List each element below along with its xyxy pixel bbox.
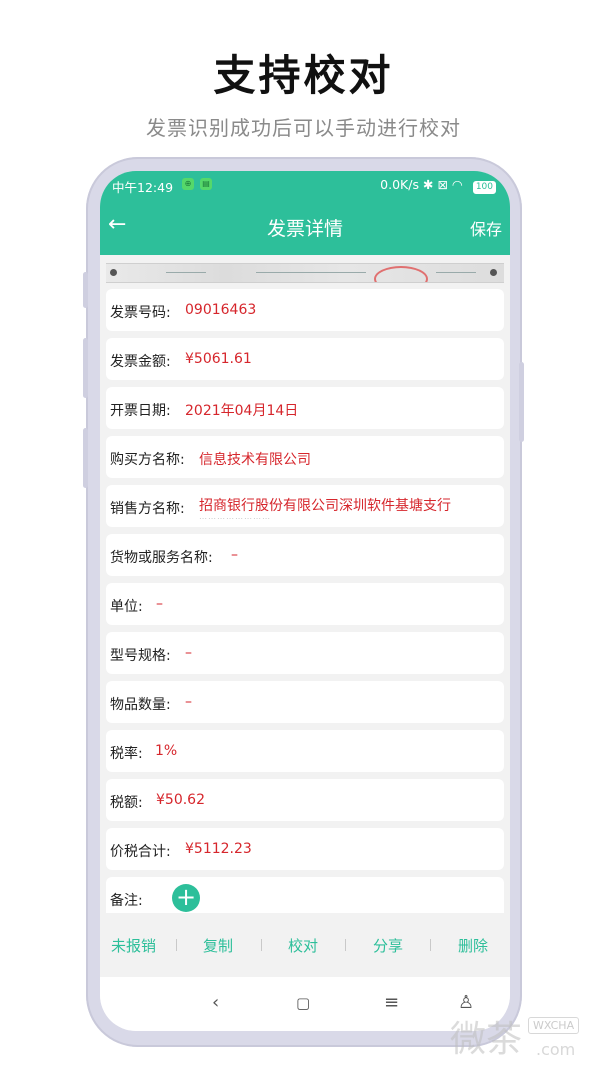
chevron-left-icon[interactable]: ‹	[212, 992, 219, 1013]
field-label: 发票号码:	[110, 305, 171, 321]
field-label: 购买方名称:	[110, 452, 185, 468]
field-label: 税率:	[110, 746, 143, 762]
invoice-hole	[110, 269, 117, 276]
bottom-action-bar: 未报销 复制 校对 分享 删除	[100, 913, 510, 977]
field-model-spec[interactable]: 型号规格: –	[106, 632, 504, 674]
action-divider	[176, 939, 177, 951]
copy-button[interactable]: 复制	[203, 935, 233, 956]
sim-icon: ⊠	[437, 177, 448, 192]
field-buyer-name[interactable]: 购买方名称: 信息技术有限公司	[106, 436, 504, 478]
phone-side-button	[83, 428, 88, 488]
field-value: 1%	[155, 743, 178, 759]
field-total[interactable]: 价税合计: ¥5112.23	[106, 828, 504, 870]
field-issue-date[interactable]: 开票日期: 2021年04月14日	[106, 387, 504, 429]
unreimbursed-button[interactable]: 未报销	[111, 935, 156, 956]
field-tax-rate[interactable]: 税率: 1%	[106, 730, 504, 772]
field-label: 价税合计:	[110, 844, 171, 860]
field-value: –	[156, 596, 163, 612]
promo-headline: 支持校对	[213, 51, 394, 100]
field-label: 发票金额:	[110, 354, 171, 370]
field-remarks: 备注: +	[106, 877, 504, 913]
watermark-domain: .com	[536, 1040, 576, 1059]
field-value: 招商银行股份有限公司深圳软件基塘支行	[199, 498, 451, 514]
field-value: –	[185, 694, 192, 710]
field-label: 货物或服务名称:	[110, 550, 213, 566]
field-label: 物品数量:	[110, 697, 171, 713]
field-label: 销售方名称:	[110, 501, 185, 517]
field-label: 型号规格:	[110, 648, 171, 664]
save-button[interactable]: 保存	[470, 216, 502, 240]
invoice-line	[436, 272, 476, 273]
page-title: 发票详情	[266, 218, 343, 240]
top-nav-bar: ← 发票详情 保存	[100, 199, 510, 255]
action-divider	[261, 939, 262, 951]
invoice-line	[166, 272, 206, 273]
phone-screen: 中午12:49 ⊕ ▤ 0.0K/s ✱ ⊠ ◠ 100 ← 发票详情 保存 发…	[100, 171, 510, 1031]
field-value: ¥5061.61	[185, 351, 252, 367]
invoice-hole	[490, 269, 497, 276]
square-icon[interactable]: ▢	[296, 994, 310, 1012]
field-unit[interactable]: 单位: –	[106, 583, 504, 625]
action-divider	[345, 939, 346, 951]
action-divider	[430, 939, 431, 951]
field-overflow-text: ⋯⋯⋯⋯⋯⋯⋯⋯	[199, 514, 271, 523]
promo-subline: 发票识别成功后可以手动进行校对	[146, 116, 461, 140]
delete-button[interactable]: 删除	[458, 935, 488, 956]
invoice-image-preview[interactable]	[106, 263, 504, 283]
field-value: ¥5112.23	[185, 841, 252, 857]
notification-icon: ⊕	[182, 178, 194, 190]
invoice-line	[256, 272, 366, 273]
field-label: 单位:	[110, 599, 143, 615]
watermark-badge: WXCHA	[528, 1017, 580, 1034]
field-invoice-amount[interactable]: 发票金额: ¥5061.61	[106, 338, 504, 380]
status-right: 0.0K/s ✱ ⊠ ◠ 100	[380, 177, 496, 194]
phone-side-button	[83, 272, 88, 308]
field-goods-name[interactable]: 货物或服务名称: –	[106, 534, 504, 576]
system-nav-bar: ‹ ▢ ≡ ♙	[100, 977, 510, 1031]
menu-icon[interactable]: ≡	[384, 992, 399, 1013]
field-tax-amount[interactable]: 税额: ¥50.62	[106, 779, 504, 821]
field-label: 备注:	[110, 893, 143, 909]
field-value: 2021年04月14日	[185, 403, 299, 419]
field-value: 09016463	[185, 302, 257, 318]
field-value: 信息技术有限公司	[199, 452, 311, 468]
share-button[interactable]: 分享	[373, 935, 403, 956]
field-value: ¥50.62	[156, 792, 205, 808]
bluetooth-icon: ✱	[422, 177, 434, 192]
phone-power-button	[519, 362, 524, 442]
status-bar: 中午12:49 ⊕ ▤ 0.0K/s ✱ ⊠ ◠ 100	[100, 171, 510, 199]
network-speed: 0.0K/s	[380, 177, 419, 192]
plus-icon[interactable]: +	[172, 884, 200, 912]
field-quantity[interactable]: 物品数量: –	[106, 681, 504, 723]
invoice-stamp	[374, 266, 428, 282]
field-invoice-number[interactable]: 发票号码: 09016463	[106, 289, 504, 331]
field-seller-name[interactable]: 销售方名称: 招商银行股份有限公司深圳软件基塘支行 ⋯⋯⋯⋯⋯⋯⋯⋯	[106, 485, 504, 527]
field-value: –	[231, 547, 238, 563]
proofread-button[interactable]: 校对	[288, 935, 318, 956]
field-label: 税额:	[110, 795, 143, 811]
field-value: –	[185, 645, 192, 661]
phone-side-button	[83, 338, 88, 398]
notification-icon: ▤	[200, 178, 212, 190]
battery-icon: 100	[472, 181, 496, 194]
field-label: 开票日期:	[110, 403, 171, 419]
status-time: 中午12:49	[112, 180, 174, 195]
watermark-text: 微茶	[450, 1019, 523, 1060]
wifi-icon: ◠	[451, 177, 463, 192]
